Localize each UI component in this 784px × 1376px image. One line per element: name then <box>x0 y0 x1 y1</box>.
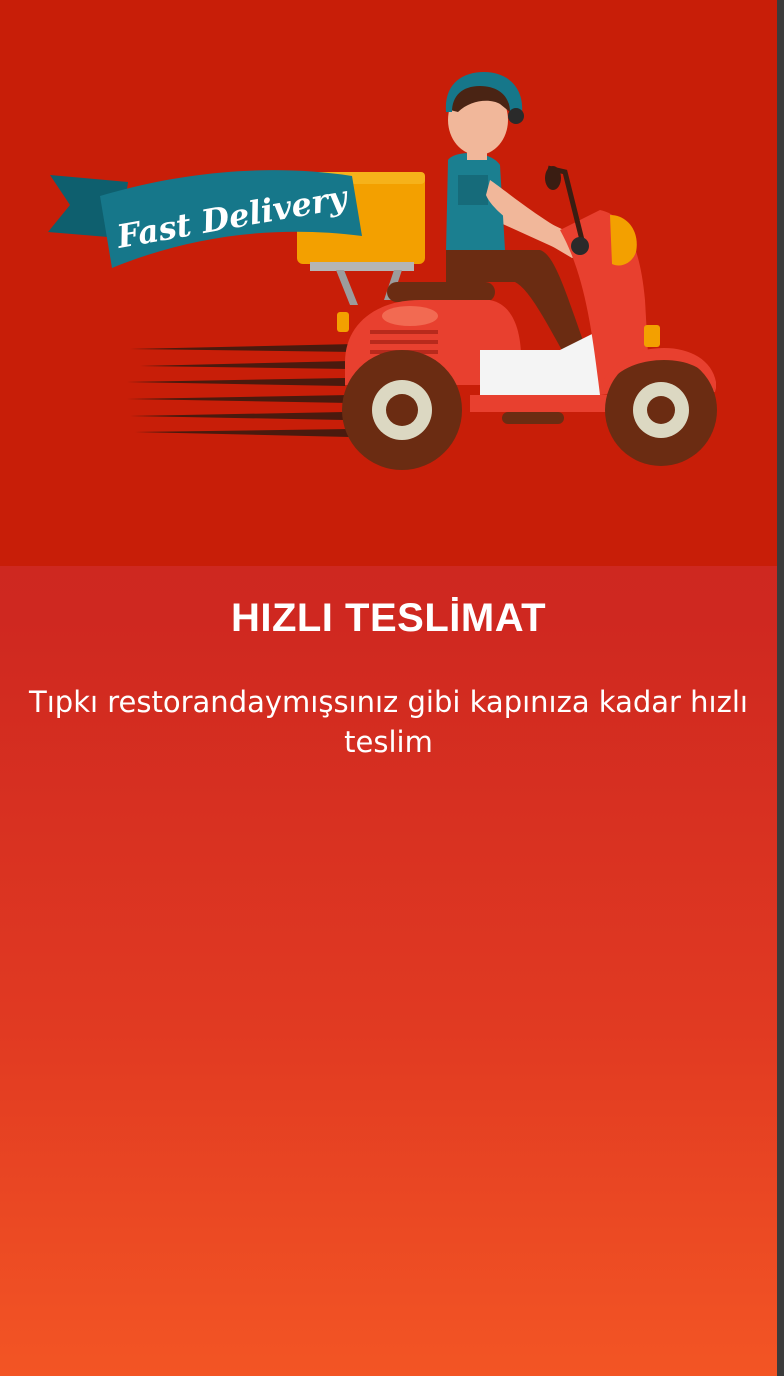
fast-delivery-scooter-illustration: Fast Delivery <box>48 72 717 470</box>
onboarding-text-section: HIZLI TESLİMAT Tıpkı restorandaymışsınız… <box>0 566 777 762</box>
screen-edge-divider <box>777 0 784 1376</box>
hero-illustration-area: Fast Delivery <box>0 0 777 566</box>
page-title: HIZLI TESLİMAT <box>230 596 547 640</box>
page-description: Tıpkı restorandaymışsınız gibi kapınıza … <box>29 685 748 759</box>
speed-lines <box>125 344 355 437</box>
